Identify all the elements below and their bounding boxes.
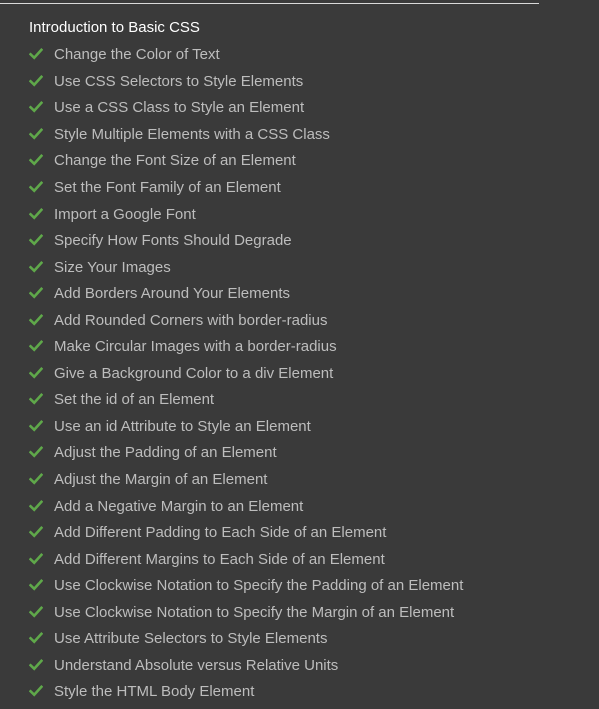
check-icon	[29, 207, 43, 220]
lesson-item[interactable]: Add a Negative Margin to an Element	[29, 493, 463, 520]
check-icon	[29, 499, 43, 512]
check-icon	[29, 526, 43, 538]
check-icon	[29, 74, 43, 87]
lesson-label: Use a CSS Class to Style an Element	[54, 99, 305, 117]
check-icon	[29, 48, 43, 60]
lesson-label: Adjust the Padding of an Element	[54, 444, 277, 462]
lesson-item[interactable]: Use Clockwise Notation to Specify the Pa…	[29, 573, 463, 600]
lesson-label: Add Different Padding to Each Side of an…	[54, 524, 387, 542]
lesson-label: Size Your Images	[54, 258, 171, 276]
lesson-item[interactable]: Change the Color of Text	[29, 42, 463, 69]
check-icon	[29, 101, 43, 114]
check-icon	[29, 658, 43, 671]
check-icon	[29, 366, 43, 379]
lesson-item[interactable]: Adjust the Margin of an Element	[29, 467, 463, 494]
check-icon	[29, 287, 43, 299]
check-icon	[29, 446, 43, 459]
lesson-item[interactable]: Specify How Fonts Should Degrade	[29, 228, 463, 255]
check-icon	[29, 685, 43, 698]
lesson-item[interactable]: Set the id of an Element	[29, 387, 463, 414]
lesson-label: Give a Background Color to a div Element	[54, 364, 334, 382]
lesson-label: Adjust the Margin of an Element	[54, 471, 268, 489]
lesson-label: Change the Font Size of an Element	[54, 152, 296, 170]
lesson-label: Make Circular Images with a border-radiu…	[54, 338, 337, 356]
lesson-item[interactable]: Add Different Margins to Each Side of an…	[29, 546, 463, 573]
lesson-label: Use CSS Selectors to Style Elements	[54, 72, 304, 90]
lesson-item[interactable]: Size Your Images	[29, 254, 463, 281]
check-icon	[29, 552, 43, 565]
check-icon	[29, 180, 43, 193]
lesson-label: Set the id of an Element	[54, 391, 215, 409]
lesson-label: Add Different Margins to Each Side of an…	[54, 550, 385, 568]
lesson-item[interactable]: Understand Absolute versus Relative Unit…	[29, 653, 463, 680]
check-icon	[29, 419, 43, 432]
section-title: Introduction to Basic CSS	[29, 19, 200, 36]
lesson-item[interactable]: Give a Background Color to a div Element	[29, 361, 463, 388]
lesson-label: Use an id Attribute to Style an Element	[54, 417, 311, 435]
lesson-label: Change the Color of Text	[54, 46, 220, 64]
lesson-item[interactable]: Set the Font Family of an Element	[29, 175, 463, 202]
check-icon	[29, 579, 43, 591]
lesson-label: Import a Google Font	[54, 205, 196, 223]
check-icon	[29, 127, 43, 140]
check-icon	[29, 154, 43, 167]
lesson-label: Add Borders Around Your Elements	[54, 285, 290, 303]
lesson-item[interactable]: Style Multiple Elements with a CSS Class	[29, 122, 463, 149]
lesson-item[interactable]: Import a Google Font	[29, 201, 463, 228]
lesson-item[interactable]: Change the Font Size of an Element	[29, 148, 463, 175]
check-icon	[29, 313, 43, 326]
check-icon	[29, 234, 43, 246]
lesson-label: Style Multiple Elements with a CSS Class	[54, 125, 330, 143]
check-icon	[29, 340, 43, 352]
check-icon	[29, 393, 43, 406]
lesson-label: Add Rounded Corners with border-radius	[54, 311, 328, 329]
lesson-item[interactable]: Make Circular Images with a border-radiu…	[29, 334, 463, 361]
lesson-label: Use Attribute Selectors to Style Element…	[54, 630, 328, 648]
lesson-item[interactable]: Add Rounded Corners with border-radius	[29, 307, 463, 334]
lesson-label: Style the HTML Body Element	[54, 683, 255, 701]
lesson-item[interactable]: Use Attribute Selectors to Style Element…	[29, 626, 463, 653]
lesson-item[interactable]: Use a CSS Class to Style an Element	[29, 95, 463, 122]
check-icon	[29, 605, 43, 618]
check-icon	[29, 472, 43, 485]
lesson-label: Add a Negative Margin to an Element	[54, 497, 304, 515]
lesson-label: Use Clockwise Notation to Specify the Pa…	[54, 577, 464, 595]
lesson-label: Understand Absolute versus Relative Unit…	[54, 656, 339, 674]
lesson-item[interactable]: Use CSS Selectors to Style Elements	[29, 69, 463, 96]
lesson-item[interactable]: Use Clockwise Notation to Specify the Ma…	[29, 599, 463, 626]
lesson-label: Use Clockwise Notation to Specify the Ma…	[54, 603, 455, 621]
lesson-item[interactable]: Adjust the Padding of an Element	[29, 440, 463, 467]
top-divider	[0, 3, 539, 4]
check-icon	[29, 632, 43, 644]
lesson-list: Change the Color of Text Use CSS Selecto…	[29, 42, 463, 706]
lesson-item[interactable]: Add Borders Around Your Elements	[29, 281, 463, 308]
lesson-item[interactable]: Add Different Padding to Each Side of an…	[29, 520, 463, 547]
lesson-item[interactable]: Use an id Attribute to Style an Element	[29, 414, 463, 441]
check-icon	[29, 260, 43, 273]
lesson-label: Specify How Fonts Should Degrade	[54, 232, 292, 250]
lesson-item[interactable]: Style the HTML Body Element	[29, 679, 463, 706]
lesson-label: Set the Font Family of an Element	[54, 179, 281, 196]
